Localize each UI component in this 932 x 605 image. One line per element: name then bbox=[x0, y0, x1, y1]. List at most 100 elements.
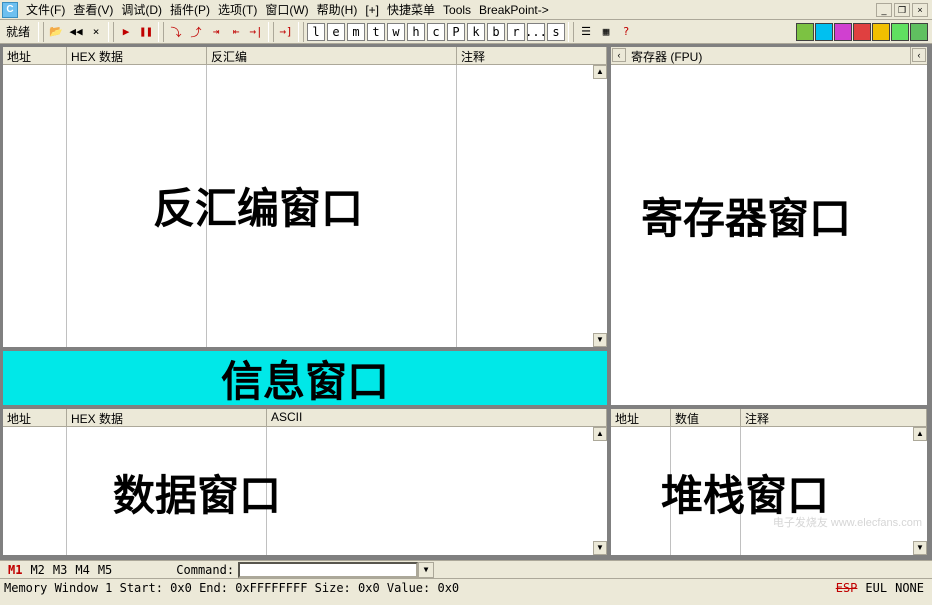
stack-scroll-down[interactable]: ▼ bbox=[913, 541, 927, 555]
toolbar-grip-4[interactable] bbox=[268, 22, 274, 42]
menu-bar: C 文件(F) 查看(V) 调试(D) 插件(P) 选项(T) 窗口(W) 帮助… bbox=[0, 0, 932, 20]
tb-b[interactable]: b bbox=[487, 23, 505, 41]
menu-file[interactable]: 文件(F) bbox=[22, 0, 69, 20]
restore-button[interactable]: ❐ bbox=[894, 3, 910, 17]
menu-tools[interactable]: Tools bbox=[439, 1, 475, 19]
menu-options[interactable]: 选项(T) bbox=[214, 0, 261, 20]
reg-expand[interactable]: ‹ bbox=[912, 48, 926, 62]
reg-collapse[interactable]: ‹ bbox=[612, 48, 626, 62]
tb-k[interactable]: k bbox=[467, 23, 485, 41]
menu-view[interactable]: 查看(V) bbox=[69, 0, 117, 20]
stack-label: 堆栈窗口 bbox=[661, 462, 829, 523]
tb-m[interactable]: m bbox=[347, 23, 365, 41]
tb-w[interactable]: w bbox=[387, 23, 405, 41]
toolbar-grip-5[interactable] bbox=[298, 22, 304, 42]
trace-into-button[interactable]: ⇥ bbox=[206, 22, 226, 42]
stack-col-addr[interactable]: 地址 bbox=[611, 409, 671, 426]
tb-h[interactable]: h bbox=[407, 23, 425, 41]
memtab-m4[interactable]: M4 bbox=[71, 563, 93, 577]
tb-e[interactable]: e bbox=[327, 23, 345, 41]
memtab-m3[interactable]: M3 bbox=[49, 563, 71, 577]
tb-l[interactable]: l bbox=[307, 23, 325, 41]
disasm-label: 反汇编窗口 bbox=[153, 175, 363, 236]
tb-more[interactable]: ... bbox=[527, 23, 545, 41]
tb-t[interactable]: t bbox=[367, 23, 385, 41]
menu-quick[interactable]: 快捷菜单 bbox=[383, 0, 439, 20]
disasm-col-hex[interactable]: HEX 数据 bbox=[67, 47, 207, 64]
tb-r[interactable]: r bbox=[507, 23, 525, 41]
info-label: 信息窗口 bbox=[221, 348, 389, 409]
disasm-col-addr[interactable]: 地址 bbox=[3, 47, 67, 64]
plugin-btn-7[interactable] bbox=[910, 23, 928, 41]
dump-body[interactable]: 数据窗口 ▲ ▼ bbox=[3, 427, 607, 555]
toolbar-grip-6[interactable] bbox=[568, 22, 574, 42]
disasm-scroll-down[interactable]: ▼ bbox=[593, 333, 607, 347]
settings-button[interactable]: ☰ bbox=[576, 22, 596, 42]
stack-scroll-up[interactable]: ▲ bbox=[913, 427, 927, 441]
command-label: Command: bbox=[176, 563, 234, 577]
plugin-btn-5[interactable] bbox=[872, 23, 890, 41]
tb-P[interactable]: P bbox=[447, 23, 465, 41]
stack-col-value[interactable]: 数值 bbox=[671, 409, 741, 426]
toolbar-grip-3[interactable] bbox=[158, 22, 164, 42]
help-button[interactable]: ? bbox=[616, 22, 636, 42]
status-ready: 就绪 bbox=[0, 21, 36, 42]
workspace: 地址 HEX 数据 反汇编 注释 反汇编窗口 ▲ ▼ 信息窗口 ‹ 寄存器 (F… bbox=[0, 44, 932, 560]
stack-panel: 地址 数值 注释 堆栈窗口 ▲ ▼ bbox=[610, 408, 928, 556]
memtab-m5[interactable]: M5 bbox=[94, 563, 116, 577]
status-none: NONE bbox=[895, 581, 924, 595]
stack-col-comment[interactable]: 注释 bbox=[741, 409, 927, 426]
plugin-btn-2[interactable] bbox=[815, 23, 833, 41]
dump-panel: 地址 HEX 数据 ASCII 数据窗口 ▲ ▼ bbox=[2, 408, 608, 556]
dump-col-hex[interactable]: HEX 数据 bbox=[67, 409, 267, 426]
tb-s[interactable]: s bbox=[547, 23, 565, 41]
dump-scroll-up[interactable]: ▲ bbox=[593, 427, 607, 441]
memtab-m2[interactable]: M2 bbox=[26, 563, 48, 577]
disasm-col-comment[interactable]: 注释 bbox=[457, 47, 607, 64]
command-dropdown[interactable]: ▼ bbox=[418, 562, 434, 578]
plugin-btn-1[interactable] bbox=[796, 23, 814, 41]
toolbar-grip[interactable] bbox=[38, 22, 44, 42]
window-controls: _ ❐ × bbox=[876, 3, 932, 17]
app-icon: C bbox=[2, 2, 18, 18]
menu-plugins[interactable]: 插件(P) bbox=[166, 0, 214, 20]
tb-c[interactable]: c bbox=[427, 23, 445, 41]
toolbar-grip-2[interactable] bbox=[108, 22, 114, 42]
memtab-m1[interactable]: M1 bbox=[4, 563, 26, 577]
close-file-button[interactable]: × bbox=[86, 22, 106, 42]
dump-scroll-down[interactable]: ▼ bbox=[593, 541, 607, 555]
rewind-button[interactable]: ◀◀ bbox=[66, 22, 86, 42]
dump-col-addr[interactable]: 地址 bbox=[3, 409, 67, 426]
menu-help[interactable]: 帮助(H) bbox=[313, 0, 362, 20]
open-button[interactable]: 📂 bbox=[46, 22, 66, 42]
plugin-btn-3[interactable] bbox=[834, 23, 852, 41]
disasm-body[interactable]: 反汇编窗口 ▲ ▼ bbox=[3, 65, 607, 347]
execute-till-button[interactable]: →| bbox=[246, 22, 266, 42]
reg-body[interactable]: 寄存器窗口 bbox=[611, 65, 927, 405]
pause-button[interactable]: ❚❚ bbox=[136, 22, 156, 42]
menu-breakpoint[interactable]: BreakPoint-> bbox=[475, 1, 553, 19]
disasm-scroll-up[interactable]: ▲ bbox=[593, 65, 607, 79]
window-list-button[interactable]: ▦ bbox=[596, 22, 616, 42]
stack-body[interactable]: 堆栈窗口 ▲ ▼ bbox=[611, 427, 927, 555]
step-over-button[interactable]: ⤴ bbox=[186, 22, 206, 42]
trace-over-button[interactable]: ⇤ bbox=[226, 22, 246, 42]
command-bar: M1 M2 M3 M4 M5 Command: ▼ bbox=[0, 560, 932, 578]
plugin-btn-6[interactable] bbox=[891, 23, 909, 41]
disasm-col-disasm[interactable]: 反汇编 bbox=[207, 47, 457, 64]
step-into-button[interactable]: ⤵ bbox=[166, 22, 186, 42]
menu-debug[interactable]: 调试(D) bbox=[117, 0, 166, 20]
stack-header: 地址 数值 注释 bbox=[611, 409, 927, 427]
close-button[interactable]: × bbox=[912, 3, 928, 17]
reg-title[interactable]: 寄存器 (FPU) bbox=[627, 47, 911, 64]
goto-button[interactable]: →] bbox=[276, 22, 296, 42]
run-button[interactable]: ▶ bbox=[116, 22, 136, 42]
status-eul: EUL bbox=[865, 581, 887, 595]
plugin-btn-4[interactable] bbox=[853, 23, 871, 41]
menu-window[interactable]: 窗口(W) bbox=[261, 0, 312, 20]
minimize-button[interactable]: _ bbox=[876, 3, 892, 17]
dump-col-ascii[interactable]: ASCII bbox=[267, 409, 607, 426]
info-panel[interactable]: 信息窗口 bbox=[2, 350, 608, 406]
menu-plus[interactable]: [+] bbox=[361, 1, 383, 19]
command-input[interactable] bbox=[238, 562, 418, 578]
